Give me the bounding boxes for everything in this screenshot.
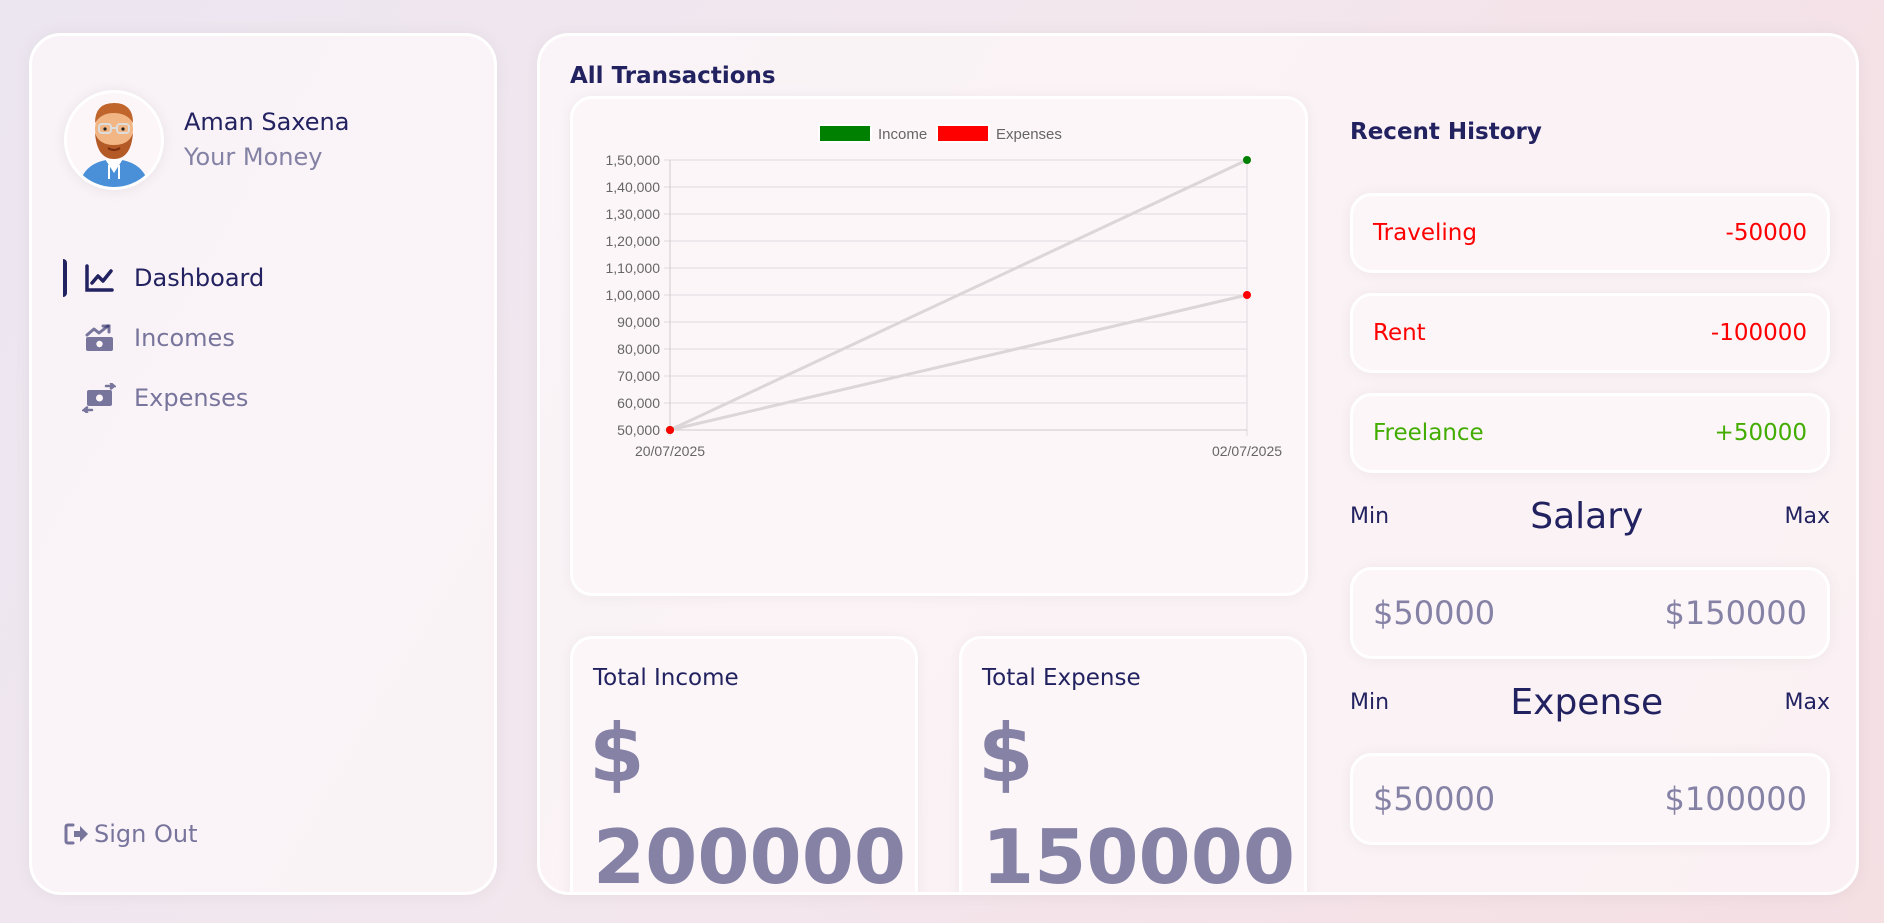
salary-max-value: $150000: [1664, 594, 1807, 632]
transactions-line-chart: 50,000 60,000 70,000 80,000 90,000 1,00,000 1,…: [606, 124, 1282, 459]
history-item-amount: +50000: [1714, 420, 1807, 446]
history-item-amount: -100000: [1710, 320, 1807, 346]
salary-title: Salary: [1530, 496, 1644, 537]
history-item-label: Freelance: [1373, 420, 1484, 446]
expense-min-label: Min: [1350, 690, 1390, 715]
sign-out-icon: [64, 821, 90, 847]
nav-label-incomes: Incomes: [134, 324, 235, 352]
expense-range-box: $50000 $100000: [1350, 753, 1830, 845]
nav-item-expenses[interactable]: Expenses: [32, 368, 494, 428]
total-expense-card: Total Expense $ 150000: [959, 636, 1307, 895]
recent-history-title: Recent History: [1350, 119, 1542, 145]
history-item: Rent -100000: [1350, 293, 1830, 373]
total-income-value: 200000: [593, 813, 907, 895]
nav-item-incomes[interactable]: Incomes: [32, 308, 494, 368]
y-tick-label: 80,000: [617, 341, 660, 357]
y-tick-label: 1,20,000: [606, 233, 661, 249]
total-expense-currency: $: [978, 707, 1034, 800]
main-panel: All Transactions 50,000 60,000 70,000 80,00…: [537, 33, 1859, 895]
series-line-expenses: [669, 293, 1248, 432]
user-profile: Aman Saxena Your Money: [64, 90, 349, 190]
data-point-expenses: [666, 426, 674, 434]
sign-out-button[interactable]: Sign Out: [64, 820, 198, 848]
history-item-amount: -50000: [1725, 220, 1807, 246]
nav-menu: Dashboard Incomes Expenses: [32, 248, 494, 428]
history-item-label: Traveling: [1373, 220, 1477, 246]
x-tick-label: 20/07/2025: [635, 443, 705, 459]
data-point-expenses: [1243, 291, 1251, 299]
y-tick-label: 1,40,000: [606, 179, 661, 195]
money-exchange-icon: [82, 381, 116, 415]
y-tick-label: 70,000: [617, 368, 660, 384]
salary-range-header: Min Salary Max: [1350, 496, 1830, 537]
legend-swatch-expenses: [936, 124, 990, 143]
x-tick-label: 02/07/2025: [1212, 443, 1282, 459]
y-tick-label: 1,10,000: [606, 260, 661, 276]
total-income-title: Total Income: [593, 665, 739, 691]
total-expense-value: 150000: [982, 813, 1296, 895]
total-income-currency: $: [589, 707, 645, 800]
history-item: Freelance +50000: [1350, 393, 1830, 473]
user-name: Aman Saxena: [184, 108, 350, 136]
expense-range-header: Min Expense Max: [1350, 682, 1830, 723]
legend-label-expenses: Expenses: [996, 126, 1062, 143]
data-point-income: [1243, 156, 1251, 164]
salary-max-label: Max: [1784, 504, 1830, 529]
user-subtitle: Your Money: [184, 143, 323, 171]
expense-min-value: $50000: [1373, 780, 1496, 818]
total-income-card: Total Income $ 200000: [570, 636, 918, 895]
history-item: Traveling -50000: [1350, 193, 1830, 273]
y-tick-label: 90,000: [617, 314, 660, 330]
y-tick-label: 1,30,000: [606, 206, 661, 222]
nav-label-expenses: Expenses: [134, 384, 249, 412]
history-item-label: Rent: [1373, 320, 1426, 346]
transactions-chart-card: 50,000 60,000 70,000 80,000 90,000 1,00,000 1,…: [570, 96, 1308, 596]
salary-min-value: $50000: [1373, 594, 1496, 632]
y-tick-label: 50,000: [617, 422, 660, 438]
expense-max-value: $100000: [1664, 780, 1807, 818]
expense-range-title: Expense: [1510, 682, 1664, 723]
money-trend-icon: [82, 321, 116, 355]
total-expense-title: Total Expense: [982, 665, 1141, 691]
chart-line-icon: [82, 261, 116, 295]
legend-label-income: Income: [878, 126, 927, 143]
salary-min-label: Min: [1350, 504, 1390, 529]
sidebar: Aman Saxena Your Money Dashboard Incomes…: [29, 33, 497, 895]
sign-out-label: Sign Out: [94, 820, 198, 848]
y-tick-label: 1,50,000: [606, 152, 661, 168]
y-tick-label: 1,00,000: [606, 287, 661, 303]
avatar: [64, 90, 164, 190]
nav-item-dashboard[interactable]: Dashboard: [32, 248, 494, 308]
y-tick-label: 60,000: [617, 395, 660, 411]
expense-max-label: Max: [1784, 690, 1830, 715]
legend-swatch-income: [818, 124, 872, 143]
nav-label-dashboard: Dashboard: [134, 264, 265, 292]
salary-range-box: $50000 $150000: [1350, 567, 1830, 659]
page-title: All Transactions: [570, 63, 776, 89]
